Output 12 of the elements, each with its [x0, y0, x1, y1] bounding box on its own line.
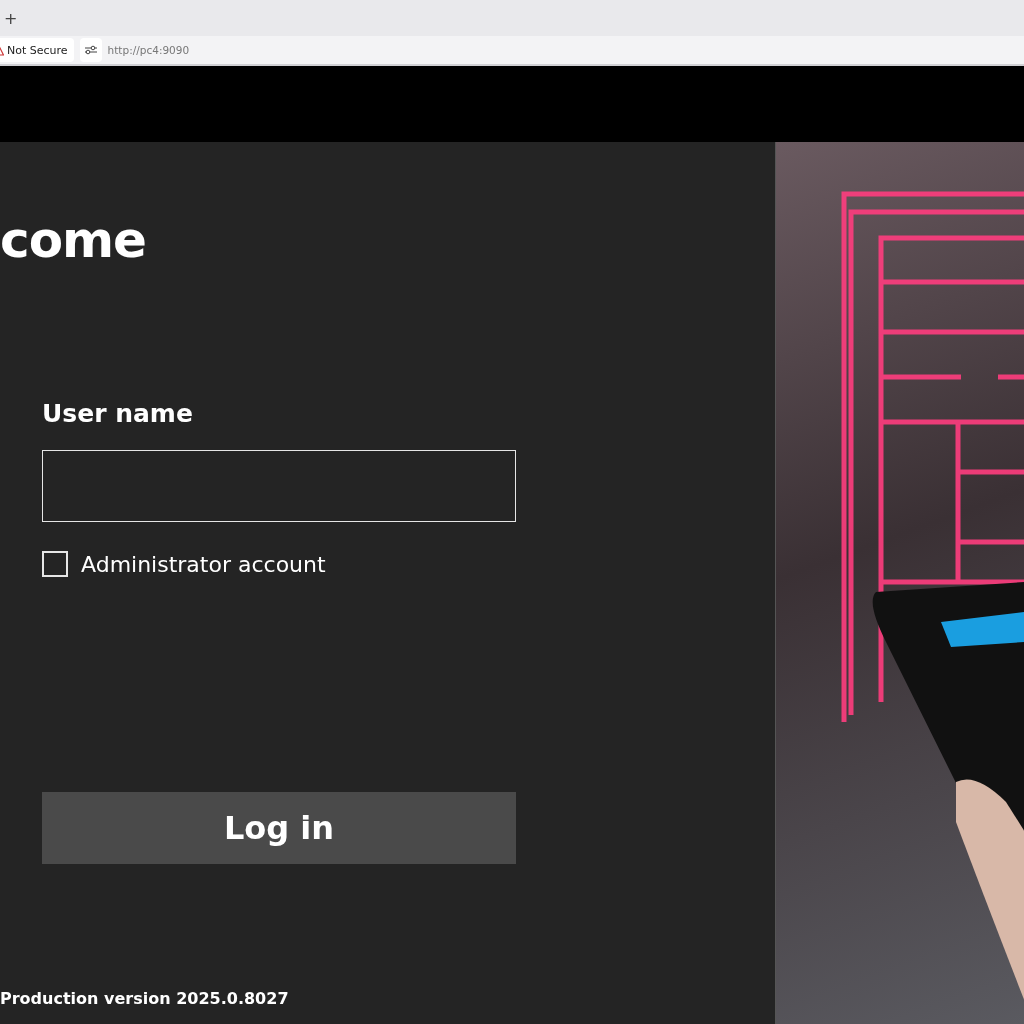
version-text: Production version 2025.0.8027 [0, 989, 290, 1008]
welcome-heading: come [0, 210, 147, 270]
login-button[interactable]: Log in [42, 792, 516, 864]
new-tab-button[interactable]: + [0, 8, 22, 28]
username-field[interactable] [42, 450, 516, 522]
checkbox-label: Administrator account [81, 551, 326, 577]
checkbox[interactable] [42, 551, 68, 577]
username-label: User name [42, 398, 194, 430]
security-indicator[interactable]: Not Secure [0, 38, 74, 62]
site-settings-button[interactable] [79, 38, 102, 62]
address-field[interactable]: http://pc4:9090 [107, 44, 190, 56]
sliders-icon [83, 45, 98, 55]
